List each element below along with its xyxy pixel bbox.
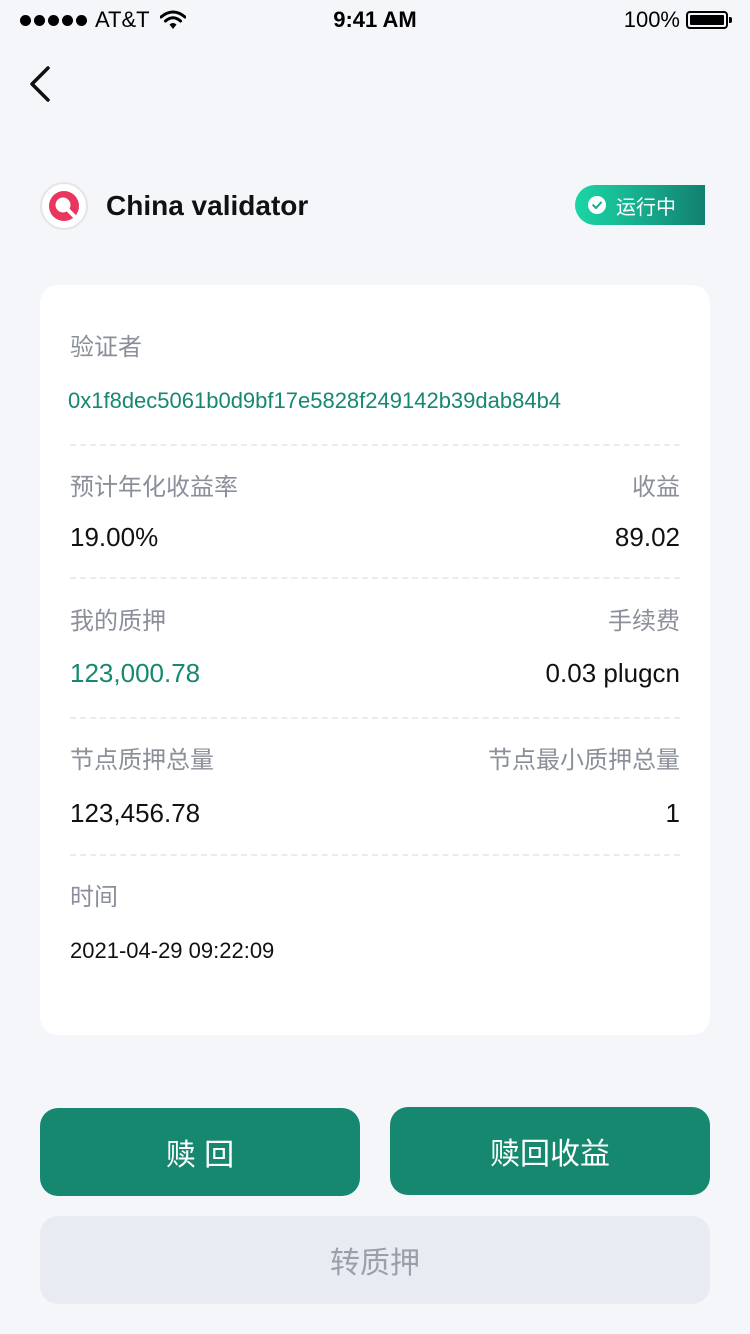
node-min-stake-label: 节点最小质押总量 [488,747,680,774]
divider [70,577,680,579]
validator-name: China validator [106,190,309,221]
validator-label: 验证者 [70,334,142,361]
back-button[interactable] [24,62,60,106]
fee-label: 手续费 [608,608,680,635]
apr-value: 19.00% [70,522,159,552]
battery-percent: 100% [623,7,680,32]
time-value: 2021-04-29 09:22:09 [70,938,275,963]
status-badge: 运行中 [575,185,705,225]
node-min-stake-value: 1 [665,798,680,828]
redeem-button-label: 赎 回 [165,1139,235,1172]
battery-icon [686,11,732,29]
validator-logo-icon [49,191,79,221]
status-badge-label: 运行中 [616,196,676,219]
status-bar-right: 100% [623,6,732,34]
validator-logo [40,182,88,230]
transfer-stake-button-label: 转质押 [330,1247,420,1280]
earnings-label: 收益 [632,474,680,501]
check-circle-icon [588,196,606,214]
redeem-earnings-button-label: 赎回收益 [490,1138,610,1171]
divider [70,717,680,719]
fee-value: 0.03 plugcn [545,658,680,688]
my-stake-label: 我的质押 [70,608,166,635]
redeem-button[interactable]: 赎 回 [40,1108,360,1196]
time-label: 时间 [70,884,118,911]
earnings-value: 89.02 [614,522,680,552]
divider [70,854,680,856]
divider [70,444,680,446]
redeem-earnings-button[interactable]: 赎回收益 [390,1107,710,1195]
apr-label: 预计年化收益率 [70,474,238,501]
my-stake-value: 123,000.78 [70,658,201,688]
chevron-left-icon [30,66,50,102]
validator-address[interactable]: 0x1f8dec5061b0d9bf17e5828f249142b39dab84… [68,385,561,417]
stake-details-card: 验证者 0x1f8dec5061b0d9bf17e5828f249142b39d… [40,285,710,1035]
node-total-stake-label: 节点质押总量 [70,747,214,774]
node-total-stake-value: 123,456.78 [70,798,201,828]
transfer-stake-button[interactable]: 转质押 [40,1216,710,1304]
